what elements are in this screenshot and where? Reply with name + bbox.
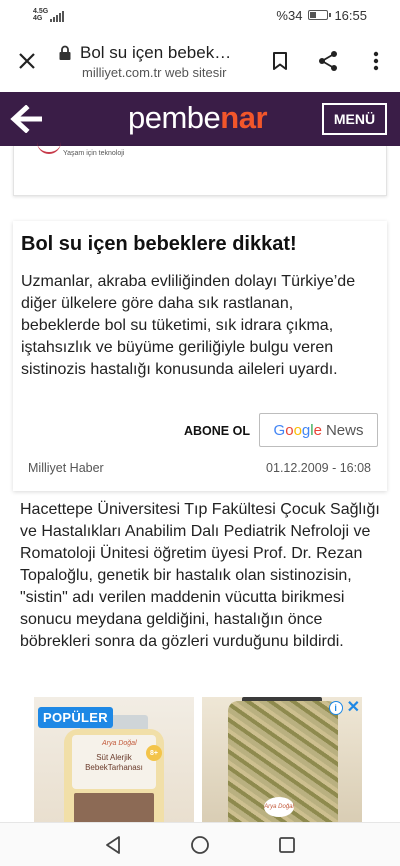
logo-part-1: pembe — [128, 100, 221, 135]
article-date: 01.12.2009 - 16:08 — [266, 461, 371, 475]
logo-part-2: nar — [220, 100, 268, 135]
clock: 16:55 — [334, 7, 367, 23]
nav-recents-button[interactable] — [267, 825, 307, 865]
page-title: Bol su içen bebek… — [80, 42, 232, 62]
nav-back-icon — [106, 835, 121, 854]
ad-tagline: Yaşam için teknoloji — [63, 150, 125, 157]
popular-badge: POPÜLER — [38, 707, 113, 728]
article-source: Milliyet Haber — [28, 461, 104, 475]
tarhana-jar-image: Arya Doğal Süt Alerjik BebekTarhanası 8+ — [64, 715, 164, 823]
system-nav-bar — [0, 822, 400, 866]
subscribe-label: ABONE OL — [184, 424, 250, 438]
site-header: pembenar MENÜ — [0, 92, 400, 146]
network-type-top: 4.5G — [33, 8, 49, 15]
jar-photo — [74, 793, 154, 823]
herb-brand: Arya Doğal — [264, 797, 294, 817]
battery-icon — [308, 10, 332, 20]
ad-info-icon[interactable]: i — [328, 701, 343, 715]
nav-home-button[interactable] — [180, 825, 220, 865]
more-vert-icon — [373, 51, 379, 71]
top-ad-card[interactable]: Yaşam için teknoloji — [13, 146, 387, 196]
age-badge: 8+ — [146, 745, 162, 761]
menu-button[interactable]: MENÜ — [322, 103, 387, 135]
status-bar: 4.5G 4G %34 16:55 — [0, 0, 400, 30]
ad-close-icon[interactable]: ✕ — [347, 700, 360, 716]
network-type-bottom: 4G — [33, 15, 43, 22]
url-area[interactable]: Bol su içen bebek… milliyet.com.tr web s… — [54, 43, 256, 80]
subscribe-row: ABONE OL Google News — [13, 413, 387, 447]
jar-label: Arya Doğal Süt Alerjik BebekTarhanası — [72, 735, 156, 789]
nav-recents-icon — [278, 836, 295, 853]
site-logo[interactable]: pembenar — [128, 100, 268, 136]
site-back-button[interactable] — [0, 92, 52, 146]
more-options-button[interactable] — [352, 34, 400, 88]
google-wordmark: Google — [273, 421, 322, 439]
jar-product-name: Süt Alerjik BebekTarhanası — [85, 753, 143, 772]
url-subtitle: milliyet.com.tr web sitesir — [82, 64, 227, 80]
url-title: Bol su içen bebek… — [58, 43, 256, 63]
lock-icon — [59, 45, 71, 60]
ad-product-image-2[interactable]: Arya Doğal — [202, 697, 362, 823]
network-type: 4.5G 4G — [33, 8, 48, 22]
share-icon — [319, 51, 337, 71]
ad-block[interactable]: Arya Doğal Süt Alerjik BebekTarhanası 8+… — [34, 697, 368, 823]
battery-percent: %34 — [276, 7, 303, 23]
signal-bars-icon — [50, 10, 65, 22]
article-title: Bol su içen bebeklere dikkat! — [21, 233, 297, 255]
article-summary: Uzmanlar, akraba evliliğinden dolayı Tür… — [21, 273, 356, 378]
jar-brand: Arya Doğal — [102, 740, 137, 747]
news-word: News — [325, 421, 364, 439]
ad-controls: i ✕ — [328, 700, 360, 716]
article-meta: Milliyet Haber 01.12.2009 - 16:08 — [13, 461, 387, 481]
browser-toolbar: Bol su içen bebek… milliyet.com.tr web s… — [0, 30, 400, 92]
article-card: Bol su içen bebeklere dikkat! Uzmanlar, … — [13, 221, 387, 491]
nav-home-icon — [191, 835, 209, 854]
google-news-button[interactable]: Google News — [259, 413, 378, 447]
signal-indicator: 4.5G 4G — [33, 8, 65, 22]
article-body: Hacettepe Üniversitesi Tıp Fakültesi Çoc… — [20, 501, 380, 650]
close-tab-button[interactable] — [0, 34, 54, 88]
bookmark-button[interactable] — [256, 34, 304, 88]
back-arrow-icon — [10, 105, 42, 133]
share-button[interactable] — [304, 34, 352, 88]
bookmark-icon — [273, 52, 287, 70]
close-icon — [19, 53, 35, 69]
ad-product-image-1[interactable]: Arya Doğal Süt Alerjik BebekTarhanası 8+… — [34, 697, 194, 823]
nav-back-button[interactable] — [93, 825, 133, 865]
ad-logo-mark — [37, 142, 61, 154]
status-right: %34 16:55 — [276, 8, 367, 23]
